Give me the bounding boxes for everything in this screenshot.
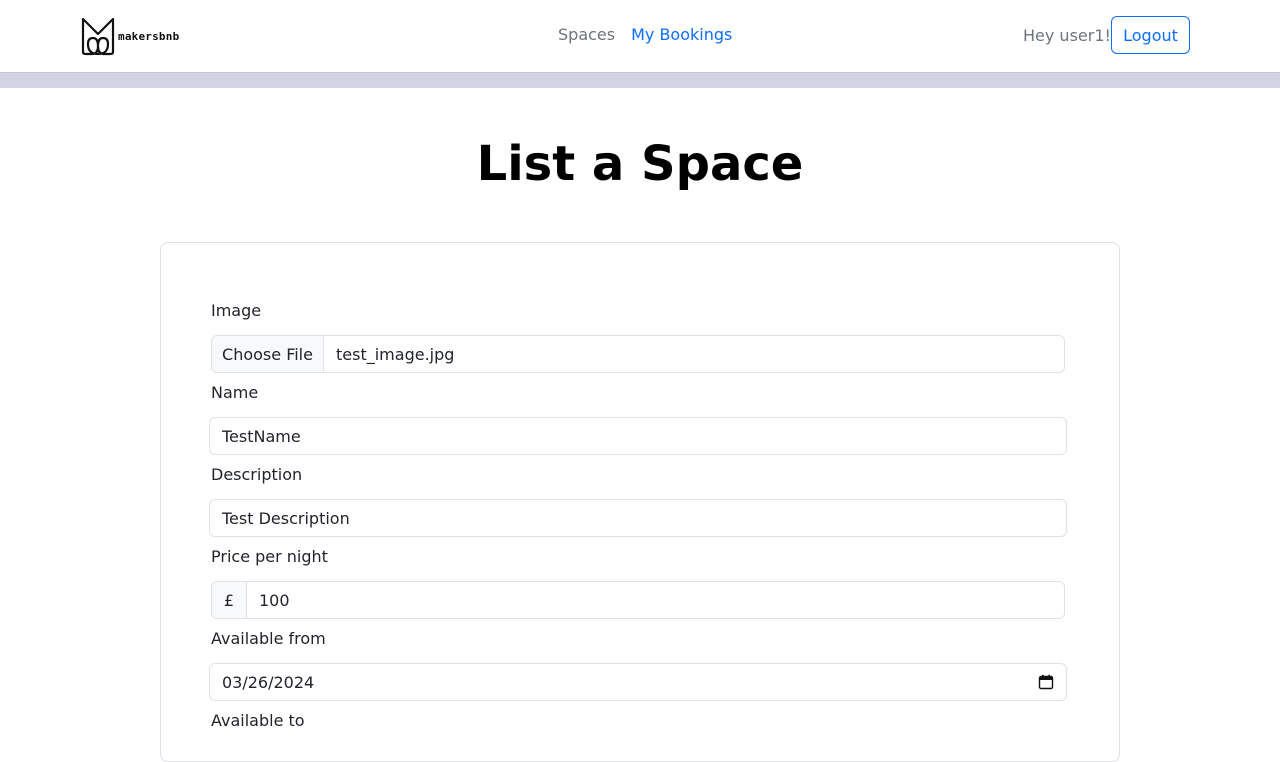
price-input-group: £ <box>211 581 1065 619</box>
calendar-icon[interactable] <box>1038 674 1054 690</box>
price-label: Price per night <box>211 547 328 566</box>
description-input[interactable] <box>209 499 1067 537</box>
makersbnb-logo-icon <box>81 17 115 56</box>
name-input[interactable] <box>209 417 1067 455</box>
available-from-label: Available from <box>211 629 326 648</box>
selected-file-name: test_image.jpg <box>336 344 455 364</box>
image-file-input[interactable]: Choose File test_image.jpg <box>211 335 1065 373</box>
available-to-label: Available to <box>211 711 305 730</box>
nav-links: Spaces My Bookings <box>558 25 732 44</box>
nav-my-bookings-link[interactable]: My Bookings <box>631 25 732 44</box>
price-input[interactable] <box>247 582 1064 618</box>
page-title: List a Space <box>476 136 804 192</box>
available-from-value: 03/26/2024 <box>222 672 315 692</box>
logout-button[interactable]: Logout <box>1111 16 1190 54</box>
available-from-date-input[interactable]: 03/26/2024 <box>209 663 1067 701</box>
currency-symbol: £ <box>212 582 247 618</box>
nav-spaces-link[interactable]: Spaces <box>558 25 615 44</box>
navbar-divider <box>0 72 1280 88</box>
image-label: Image <box>211 301 262 320</box>
choose-file-button[interactable]: Choose File <box>212 336 324 372</box>
navbar: makersbnb Spaces My Bookings Hey user1! … <box>0 0 1280 72</box>
description-label: Description <box>211 465 303 484</box>
user-greeting: Hey user1! <box>1023 26 1111 45</box>
brand[interactable]: makersbnb <box>80 16 179 56</box>
name-label: Name <box>211 383 259 402</box>
brand-name: makersbnb <box>118 29 180 43</box>
